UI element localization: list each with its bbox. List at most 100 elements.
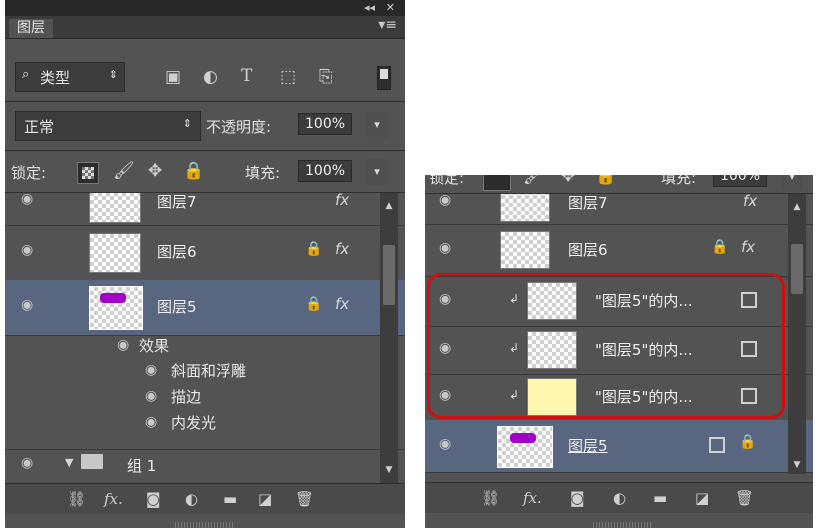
fx-icon[interactable]: fx (335, 240, 349, 258)
lock-move-icon[interactable]: ✥ (148, 161, 162, 181)
filter-kind-select[interactable]: ⌕ 类型 ⇕ (15, 62, 125, 92)
adjustment-icon[interactable]: ◐ (185, 490, 198, 508)
mask-icon[interactable]: ◙ (146, 490, 161, 508)
layer-name[interactable]: 图层7 (157, 193, 197, 212)
fx-icon[interactable]: fx. (523, 489, 542, 507)
thumbnail-art (100, 293, 126, 303)
link-icon[interactable]: ⛓ (67, 490, 86, 508)
eye-icon[interactable]: ◉ (439, 240, 451, 256)
scrollbar[interactable]: ▲ ▼ (788, 194, 806, 474)
effect-item[interactable]: 描边 (171, 386, 201, 407)
image-icon[interactable]: ▣ (165, 67, 181, 87)
layer-thumbnail (500, 231, 550, 269)
close-icon[interactable]: ✕ (386, 1, 395, 14)
link-icon[interactable]: ⛓ (481, 489, 500, 507)
lock-brush-icon[interactable]: 🖌 (113, 161, 135, 181)
layer-row[interactable]: ◉ 图层6 🔒 fx (425, 224, 813, 277)
effect-item[interactable]: 斜面和浮雕 (171, 360, 246, 381)
lock-all-icon[interactable]: 🔒 (595, 175, 616, 186)
lock-move-icon[interactable]: ✥ (561, 175, 575, 186)
layer-row-selected[interactable]: ◉ 图层5 🔒 fx (5, 280, 405, 336)
layer-name[interactable]: 图层7 (568, 194, 608, 213)
expand-arrow-icon[interactable]: ▼ (65, 456, 73, 469)
resize-grip[interactable] (593, 522, 653, 528)
layer-thumbnail (89, 193, 141, 223)
adjustment-icon[interactable]: ◐ (203, 67, 218, 87)
layers-panel-clipped: 锁定: 🖌 ✥ 🔒 填充: 100% ▾ ◉ 图层7 fx ◉ 图层6 🔒 fx… (425, 175, 813, 528)
collapse-icon[interactable]: ◂◂ (364, 1, 375, 14)
group-row[interactable]: ◉ ▼ 组 1 (5, 449, 405, 485)
folder-icon[interactable]: ▬ (223, 490, 237, 508)
layers-panel: ◂◂ ✕ 图层 ▾≡ ⌕ 类型 ⇕ ▣ ◐ T ⬚ ⎘ 正常 ⇕ 不透明度: 1… (5, 0, 405, 528)
fx-icon[interactable]: fx. (104, 490, 123, 508)
layer-row[interactable]: ◉ 图层7 fx (5, 193, 405, 226)
fx-icon[interactable]: fx (335, 193, 349, 209)
eye-icon[interactable]: ◉ (145, 388, 157, 404)
lock-row: 锁定: 🖌 ✥ 🔒 填充: 100% ▾ (425, 175, 813, 193)
fill-input[interactable]: 100% (298, 160, 353, 182)
fx-icon[interactable]: fx (743, 194, 757, 210)
eye-icon[interactable]: ◉ (439, 194, 451, 208)
lock-transparency-icon[interactable] (483, 175, 511, 191)
blend-mode-select[interactable]: 正常 ⇕ (15, 111, 201, 141)
scroll-down-icon[interactable]: ▼ (380, 465, 398, 475)
smart-object-icon[interactable]: ⎘ (319, 67, 333, 87)
eye-icon[interactable]: ◉ (145, 414, 157, 430)
trash-icon[interactable]: 🗑 (295, 490, 314, 508)
blend-mode-value: 正常 (24, 118, 55, 136)
opacity-dropdown-icon[interactable]: ▾ (366, 112, 388, 138)
eye-icon[interactable]: ◉ (145, 362, 157, 378)
lock-label: 锁定: (11, 164, 47, 182)
scroll-thumb[interactable] (791, 244, 803, 294)
scrollbar[interactable]: ▲ ▼ (380, 193, 398, 483)
layer-name[interactable]: 图层5 (568, 435, 608, 456)
fill-dropdown-icon[interactable]: ▾ (781, 175, 803, 190)
fx-icon[interactable]: fx (335, 295, 349, 313)
layer-row[interactable]: ◉ 图层7 fx (425, 194, 813, 225)
lock-brush-icon[interactable]: 🖌 (523, 175, 545, 186)
scroll-up-icon[interactable]: ▲ (380, 201, 398, 211)
scroll-up-icon[interactable]: ▲ (788, 202, 806, 212)
layer-row[interactable]: ◉ 图层6 🔒 fx (5, 225, 405, 281)
opacity-input[interactable]: 100% (298, 113, 353, 135)
folder-icon[interactable]: ▬ (653, 489, 667, 507)
panel-menu-icon[interactable]: ▾≡ (378, 17, 397, 33)
filter-kind-value: 类型 (40, 69, 71, 87)
eye-icon[interactable]: ◉ (21, 193, 33, 207)
layer-name[interactable]: 图层6 (568, 239, 608, 260)
filter-toggle[interactable] (377, 66, 391, 90)
mask-icon[interactable]: ◙ (570, 489, 585, 507)
layer-row-selected[interactable]: ◉ 图层5 🔒 (425, 420, 813, 473)
eye-icon[interactable]: ◉ (21, 455, 33, 471)
layer-name[interactable]: 图层6 (157, 241, 197, 262)
fill-dropdown-icon[interactable]: ▾ (366, 159, 388, 185)
layer-thumbnail (497, 426, 553, 468)
lock-row: 锁定: 🖌 ✥ 🔒 填充: 100% ▾ (5, 158, 405, 188)
adjustment-icon[interactable]: ◐ (613, 489, 626, 507)
scroll-thumb[interactable] (383, 245, 395, 305)
group-name[interactable]: 组 1 (127, 455, 156, 476)
search-icon: ⌕ (22, 67, 30, 82)
scroll-down-icon[interactable]: ▼ (788, 460, 806, 470)
new-layer-icon[interactable]: ◪ (258, 490, 272, 508)
effects-list: ◉ 效果 ◉ 斜面和浮雕 ◉ 描边 ◉ 内发光 (5, 335, 405, 445)
lock-all-icon[interactable]: 🔒 (183, 161, 204, 181)
eye-icon[interactable]: ◉ (21, 297, 33, 313)
new-layer-icon[interactable]: ◪ (695, 489, 709, 507)
layer-name[interactable]: 图层5 (157, 296, 197, 317)
shape-icon[interactable]: ⬚ (280, 67, 296, 87)
effect-item[interactable]: 内发光 (171, 412, 216, 433)
effects-label: 效果 (139, 337, 170, 355)
tab-layers[interactable]: 图层 (9, 19, 53, 38)
lock-icon: 🔒 (711, 239, 729, 255)
trash-icon[interactable]: 🗑 (735, 489, 754, 507)
fx-icon[interactable]: fx (741, 238, 755, 256)
eye-icon[interactable]: ◉ (117, 337, 129, 353)
lock-transparency-icon[interactable] (77, 162, 99, 184)
fill-input[interactable]: 100% (713, 175, 768, 187)
eye-icon[interactable]: ◉ (21, 242, 33, 258)
panel-title-bar: ◂◂ ✕ (5, 0, 405, 16)
resize-grip[interactable] (175, 522, 235, 528)
eye-icon[interactable]: ◉ (439, 436, 451, 452)
type-icon[interactable]: T (241, 66, 252, 86)
